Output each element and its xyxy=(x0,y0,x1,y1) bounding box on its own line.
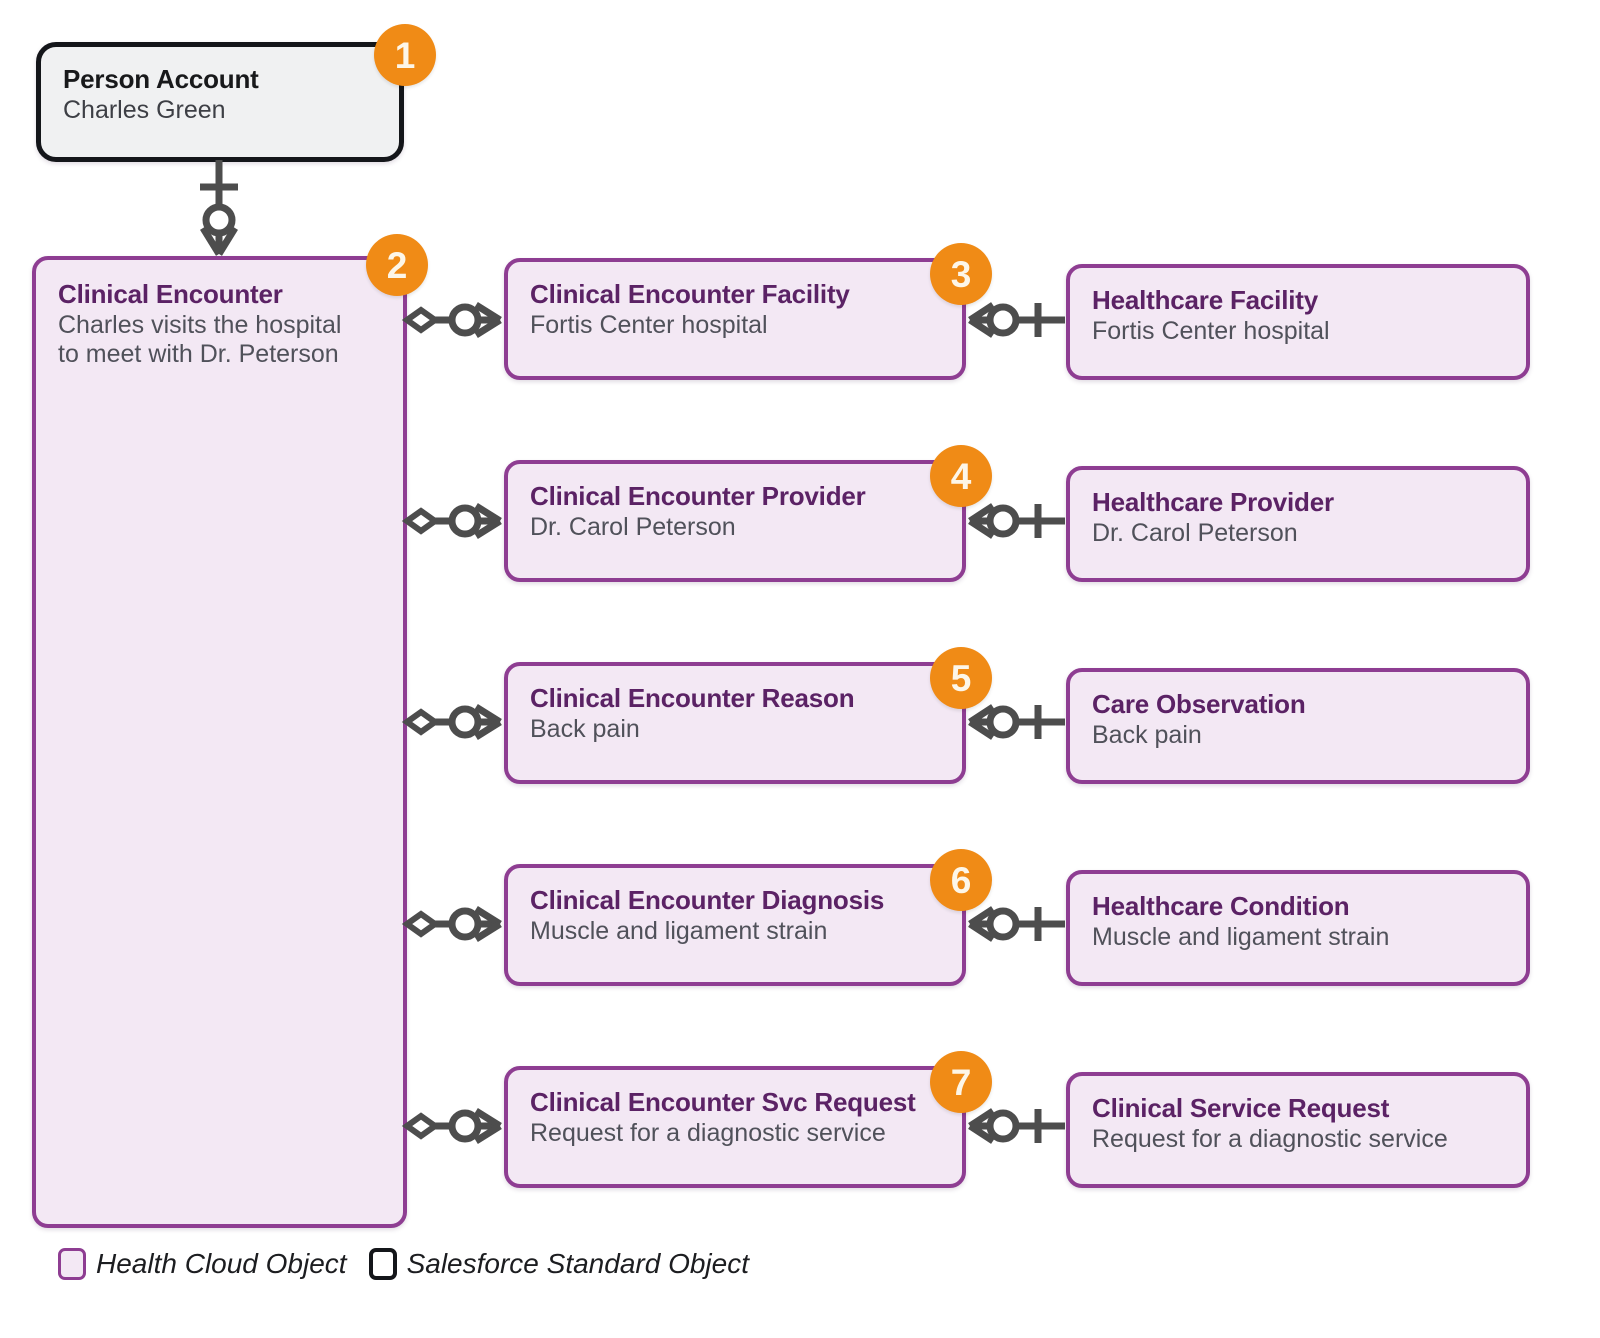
node-title: Clinical Encounter Reason xyxy=(530,683,855,713)
node-title: Clinical Encounter Facility xyxy=(530,279,850,309)
node-subtitle: Request for a diagnostic service xyxy=(1092,1124,1448,1153)
badge-7: 7 xyxy=(930,1051,992,1113)
connector-facility-to-healthcare-facility xyxy=(968,302,1065,338)
node-clinical-service-request[interactable]: Clinical Service Request Request for a d… xyxy=(1066,1072,1530,1188)
node-person-account[interactable]: Person Account Charles Green xyxy=(36,42,404,162)
diagram-canvas: Person Account Charles Green 1 Clinical … xyxy=(0,0,1600,1338)
node-title: Healthcare Condition xyxy=(1092,891,1350,921)
node-title: Clinical Encounter Provider xyxy=(530,481,866,511)
connector-encounter-to-provider xyxy=(401,503,502,539)
node-subtitle: Fortis Center hospital xyxy=(530,310,768,339)
node-title: Clinical Encounter Svc Request xyxy=(530,1087,916,1117)
node-subtitle: Request for a diagnostic service xyxy=(530,1118,886,1147)
connector-encounter-to-svc-request xyxy=(401,1108,502,1144)
badge-2: 2 xyxy=(366,234,428,296)
node-subtitle: Muscle and ligament strain xyxy=(1092,922,1390,951)
node-title: Healthcare Facility xyxy=(1092,285,1318,315)
legend-label: Health Cloud Object xyxy=(96,1248,347,1279)
node-healthcare-provider[interactable]: Healthcare Provider Dr. Carol Peterson xyxy=(1066,466,1530,582)
connector-diagnosis-to-healthcare-condition xyxy=(968,906,1065,942)
node-title: Person Account xyxy=(63,64,259,94)
badge-6: 6 xyxy=(930,849,992,911)
node-subtitle: Back pain xyxy=(530,714,640,743)
node-subtitle: Charles visits the hospital to meet with… xyxy=(58,310,342,369)
node-clinical-encounter-facility[interactable]: Clinical Encounter Facility Fortis Cente… xyxy=(504,258,966,380)
legend-label: Salesforce Standard Object xyxy=(406,1248,749,1279)
legend-item-health-cloud-object: Health Cloud Object xyxy=(58,1248,347,1280)
connector-person-to-encounter xyxy=(200,160,238,256)
badge-4: 4 xyxy=(930,445,992,507)
node-clinical-encounter-provider[interactable]: Clinical Encounter Provider Dr. Carol Pe… xyxy=(504,460,966,582)
node-title: Clinical Service Request xyxy=(1092,1093,1390,1123)
health-cloud-swatch-icon xyxy=(58,1248,86,1280)
badge-1: 1 xyxy=(374,24,436,86)
connector-encounter-to-diagnosis xyxy=(401,906,502,942)
badge-5: 5 xyxy=(930,647,992,709)
node-subtitle: Muscle and ligament strain xyxy=(530,916,828,945)
salesforce-standard-swatch-icon xyxy=(368,1248,397,1280)
node-clinical-encounter-diagnosis[interactable]: Clinical Encounter Diagnosis Muscle and … xyxy=(504,864,966,986)
node-title: Clinical Encounter Diagnosis xyxy=(530,885,885,915)
node-clinical-encounter-svc-request[interactable]: Clinical Encounter Svc Request Request f… xyxy=(504,1066,966,1188)
node-care-observation[interactable]: Care Observation Back pain xyxy=(1066,668,1530,784)
node-clinical-encounter-reason[interactable]: Clinical Encounter Reason Back pain xyxy=(504,662,966,784)
connector-svc-request-to-clinical-service-request xyxy=(968,1108,1065,1144)
node-subtitle: Fortis Center hospital xyxy=(1092,316,1330,345)
connector-provider-to-healthcare-provider xyxy=(968,503,1065,539)
node-clinical-encounter[interactable]: Clinical Encounter Charles visits the ho… xyxy=(32,256,407,1228)
node-subtitle: Dr. Carol Peterson xyxy=(530,512,736,541)
node-title: Healthcare Provider xyxy=(1092,487,1334,517)
legend-item-salesforce-standard-object: Salesforce Standard Object xyxy=(368,1248,749,1280)
connector-encounter-to-reason xyxy=(401,704,502,740)
node-subtitle: Charles Green xyxy=(63,95,226,124)
node-title: Care Observation xyxy=(1092,689,1306,719)
node-healthcare-condition[interactable]: Healthcare Condition Muscle and ligament… xyxy=(1066,870,1530,986)
node-subtitle: Dr. Carol Peterson xyxy=(1092,518,1298,547)
legend: Health Cloud Object Salesforce Standard … xyxy=(58,1248,749,1280)
connector-encounter-to-facility xyxy=(401,302,502,338)
node-title: Clinical Encounter xyxy=(58,279,283,309)
badge-3: 3 xyxy=(930,243,992,305)
node-subtitle: Back pain xyxy=(1092,720,1202,749)
connector-reason-to-care-observation xyxy=(968,704,1065,740)
node-healthcare-facility[interactable]: Healthcare Facility Fortis Center hospit… xyxy=(1066,264,1530,380)
